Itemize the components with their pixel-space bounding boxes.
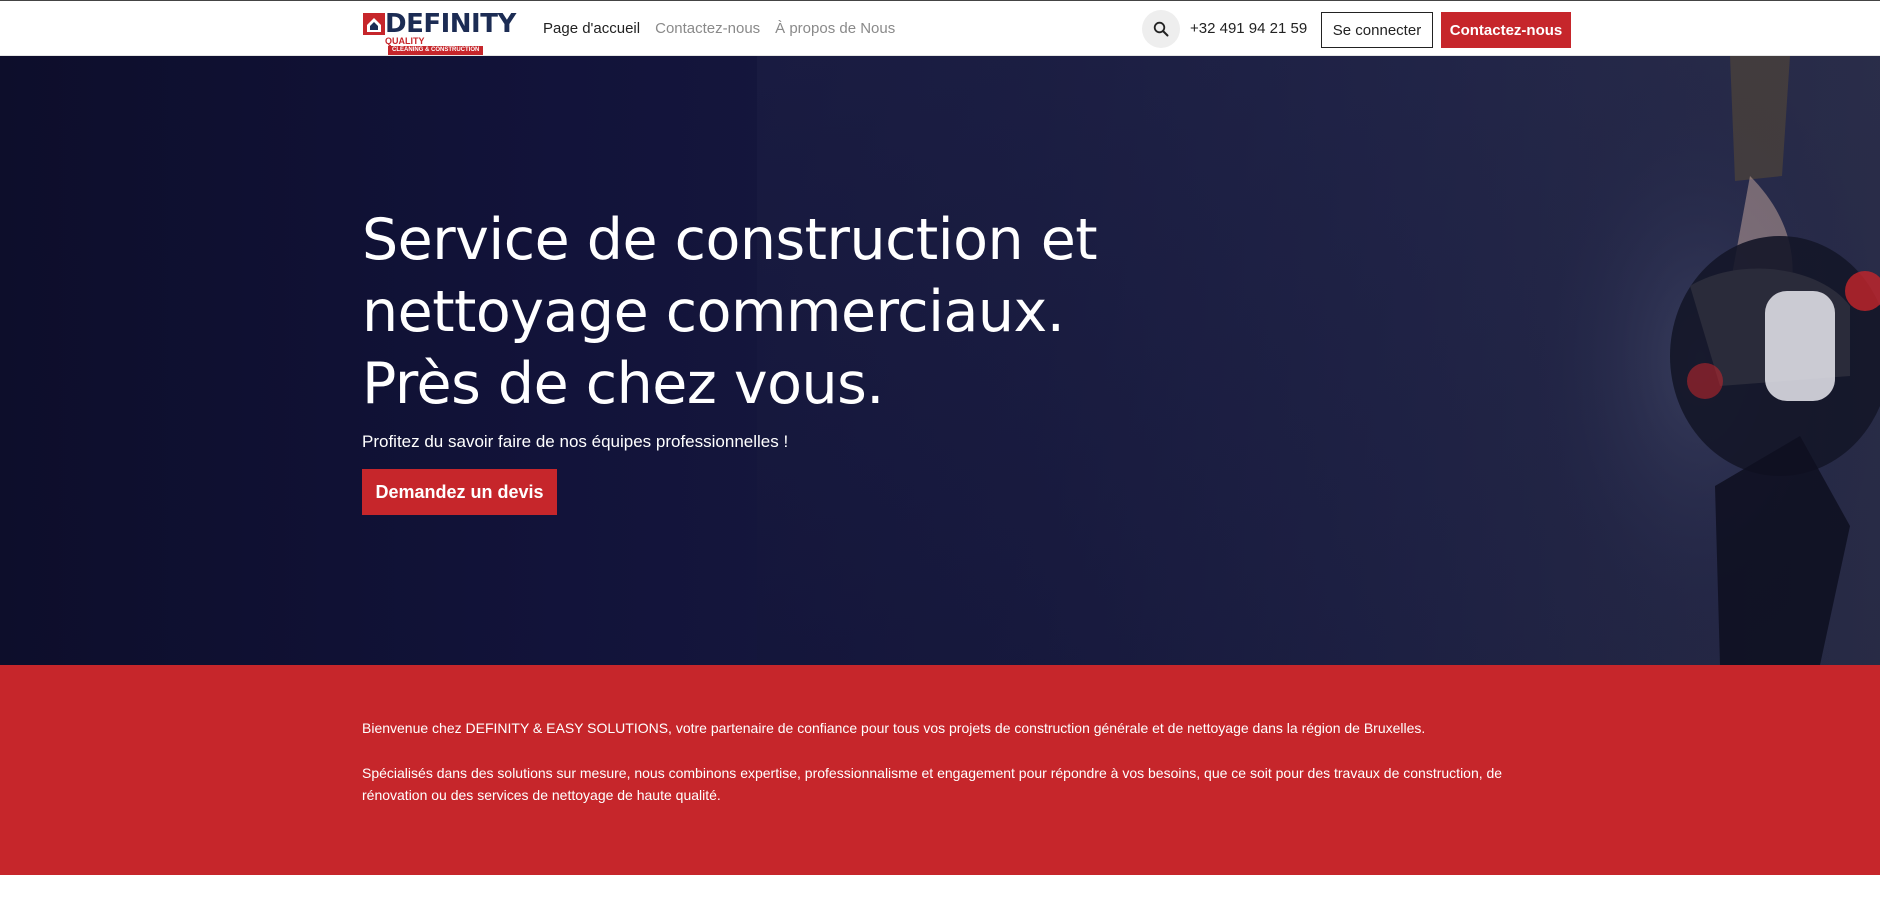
brand-tagline-bar: CLEANING & CONSTRUCTION [388, 46, 484, 55]
intro-paragraph-2: Spécialisés dans des solutions sur mesur… [362, 765, 1503, 803]
brand-tagline: QUALITYCLEANING & CONSTRUCTION [385, 36, 515, 55]
login-button[interactable]: Se connecter [1321, 12, 1433, 48]
hero-worker-image [1520, 56, 1880, 665]
house-logo-icon [363, 13, 385, 35]
brand-tagline-quality: QUALITY [385, 36, 425, 46]
nav-item-about[interactable]: À propos de Nous [775, 19, 895, 39]
nav-item-contact[interactable]: Contactez-nous [655, 19, 760, 39]
main-nav: Page d'accueil Contactez-nous À propos d… [543, 19, 895, 39]
search-button[interactable] [1142, 10, 1180, 48]
hero-title-line-1: Service de construction et [362, 207, 1098, 273]
phone-number[interactable]: +32 491 94 21 59 [1190, 19, 1307, 39]
intro-section: Bienvenue chez DEFINITY & EASY SOLUTIONS… [0, 665, 1880, 875]
intro-paragraph-1: Bienvenue chez DEFINITY & EASY SOLUTIONS… [362, 720, 1426, 736]
nav-item-home[interactable]: Page d'accueil [543, 19, 640, 39]
brand-wordmark: DEFINITY [385, 9, 516, 39]
hero-title: Service de construction et nettoyage com… [362, 204, 1122, 420]
hero-title-line-3: Près de chez vous. [362, 351, 884, 417]
search-icon [1153, 21, 1169, 37]
hero-section: Service de construction et nettoyage com… [0, 56, 1880, 665]
hero-title-line-2: nettoyage commerciaux. [362, 279, 1065, 345]
brand-logo[interactable]: DEFINITY QUALITYCLEANING & CONSTRUCTION [363, 9, 516, 55]
contact-button[interactable]: Contactez-nous [1441, 12, 1571, 48]
request-quote-button[interactable]: Demandez un devis [362, 469, 557, 515]
hero-subtitle: Profitez du savoir faire de nos équipes … [362, 432, 789, 451]
site-header: DEFINITY QUALITYCLEANING & CONSTRUCTION … [0, 0, 1880, 56]
